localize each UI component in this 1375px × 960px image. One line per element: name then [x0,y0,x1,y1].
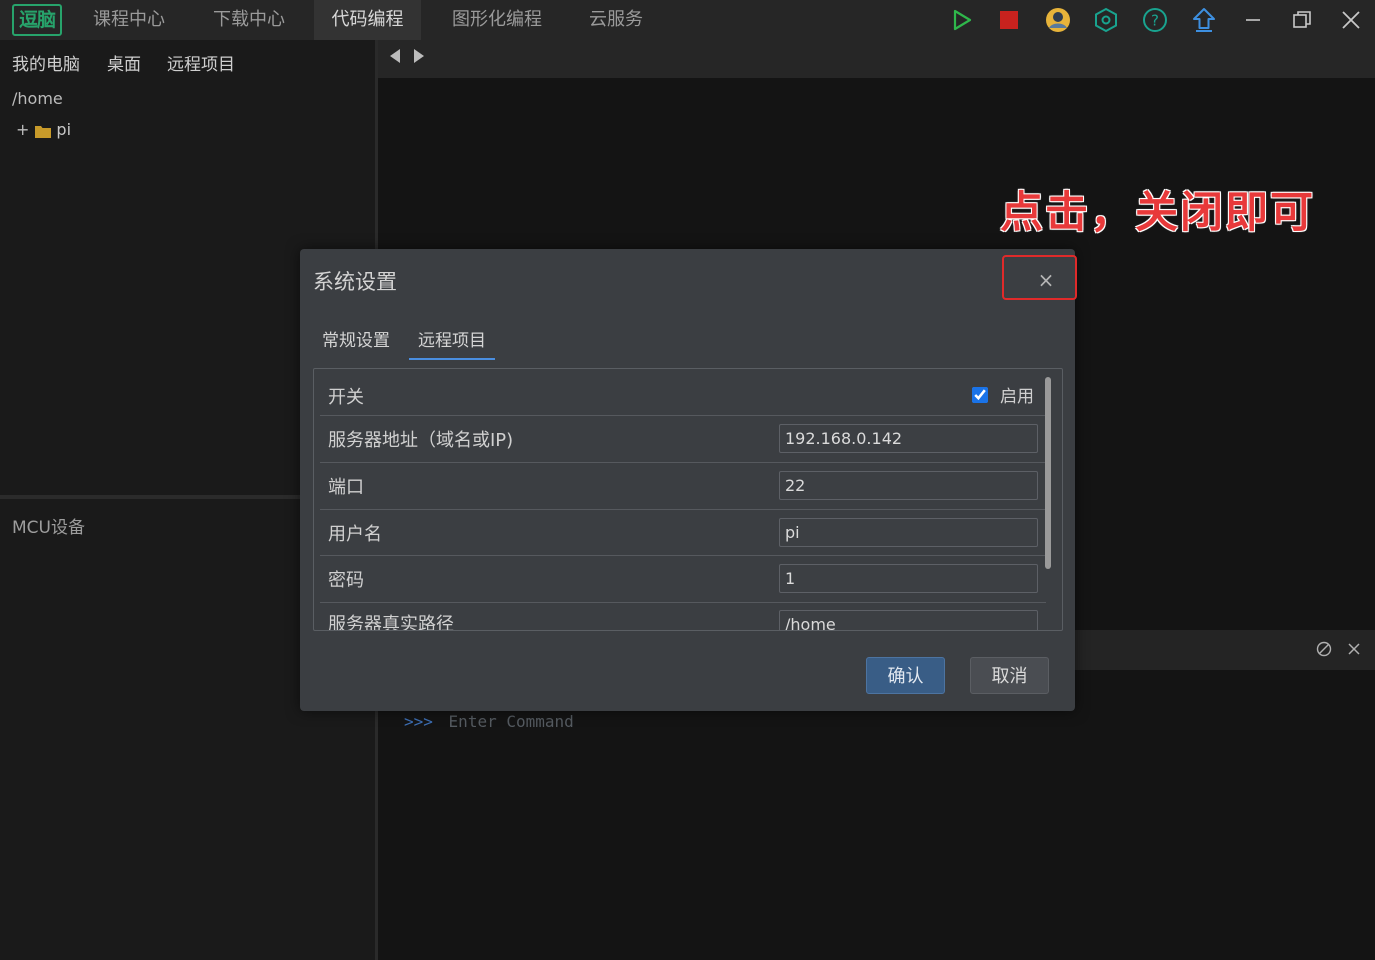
annotation-text: 点击，关闭即可 [1000,188,1315,238]
sidebar-tab-desktop[interactable]: 桌面 [107,50,141,75]
tab-cloud-service[interactable]: 云服务 [572,0,660,40]
editor-toolbar [378,40,1375,78]
field-label: 服务器地址（域名或IP) [328,430,514,451]
prompt-symbol: >>> [404,712,433,731]
clear-console-icon[interactable] [1316,641,1332,657]
console-input[interactable]: >>> Enter Command [404,712,574,731]
enable-label: 启用 [1000,387,1034,407]
mcu-devices-title: MCU设备 [12,518,85,538]
help-icon[interactable]: ? [1141,6,1169,34]
minimize-icon[interactable] [1239,6,1267,34]
confirm-button[interactable]: 确认 [866,657,945,694]
settings-form: 开关 启用 服务器地址（域名或IP) 192.168.0.142 端口 22 用… [313,368,1063,631]
tree-item-label: pi [56,120,72,139]
tab-download-center[interactable]: 下载中心 [196,0,302,40]
close-icon[interactable] [1337,6,1365,34]
dialog-title: 系统设置 [313,270,397,294]
scroll-right-icon[interactable] [414,49,424,63]
server-address-input[interactable]: 192.168.0.142 [779,424,1038,453]
enable-toggle[interactable]: 启用 [972,382,1034,407]
avatar-icon[interactable] [1044,6,1072,34]
close-console-icon[interactable] [1346,641,1362,657]
sidebar-tab-remote-project[interactable]: 远程项目 [167,50,235,75]
sidebar-tab-my-computer[interactable]: 我的电脑 [12,50,80,75]
stop-icon[interactable] [995,6,1023,34]
tab-remote-project[interactable]: 远程项目 [409,326,495,360]
form-row-switch: 开关 启用 [320,369,1046,416]
username-input[interactable]: pi [779,518,1038,547]
app-logo: 逗脑 [12,4,62,36]
form-scrollbar[interactable] [1045,377,1051,569]
horizontal-splitter[interactable] [0,495,300,499]
field-label: 用户名 [328,524,382,545]
form-row-port: 端口 22 [320,463,1046,510]
form-row-server-address: 服务器地址（域名或IP) 192.168.0.142 [320,416,1046,463]
field-label: 端口 [328,477,364,498]
current-path: /home [12,89,63,108]
field-label: 密码 [328,570,364,591]
form-row-server-path: 服务器真实路径 /home [320,603,1046,631]
run-icon[interactable] [947,6,975,34]
system-settings-dialog: 系统设置 × 常规设置 远程项目 开关 启用 服务器地址（域名或IP) 192.… [300,249,1075,711]
switch-label: 开关 [328,387,364,408]
title-bar: 逗脑 课程中心 下载中心 代码编程 图形化编程 云服务 ? [0,0,1375,40]
form-row-username: 用户名 pi [320,510,1046,556]
svg-text:?: ? [1151,12,1159,30]
restore-icon[interactable] [1288,6,1316,34]
console-placeholder: Enter Command [448,712,574,731]
enable-checkbox[interactable] [972,386,988,403]
cancel-button[interactable]: 取消 [970,657,1049,694]
port-input[interactable]: 22 [779,471,1038,500]
scroll-left-icon[interactable] [390,49,400,63]
folder-icon [35,123,52,138]
tab-code-programming[interactable]: 代码编程 [314,0,421,40]
tab-course-center[interactable]: 课程中心 [76,0,182,40]
tree-item-pi[interactable]: + pi [16,120,71,139]
server-path-input[interactable]: /home [779,610,1038,630]
upload-icon[interactable] [1190,6,1218,34]
tab-general-settings[interactable]: 常规设置 [322,326,390,358]
settings-hex-icon[interactable] [1092,6,1120,34]
annotation-highlight-box [1002,255,1077,300]
expand-icon[interactable]: + [16,120,29,139]
form-row-password: 密码 1 [320,556,1046,603]
password-input[interactable]: 1 [779,564,1038,593]
tab-graphical-programming[interactable]: 图形化编程 [434,0,560,40]
field-label: 服务器真实路径 [328,614,454,631]
